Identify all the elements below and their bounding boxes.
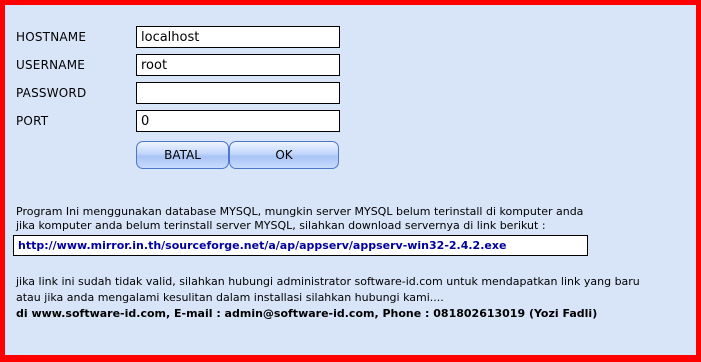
password-input[interactable]: [136, 82, 340, 104]
port-label: PORT: [16, 114, 49, 128]
settings-panel: HOSTNAME USERNAME PASSWORD PORT BATAL OK…: [5, 5, 696, 355]
ok-button[interactable]: OK: [229, 141, 339, 169]
username-input[interactable]: [136, 54, 340, 76]
hostname-label: HOSTNAME: [16, 30, 87, 44]
password-label: PASSWORD: [16, 86, 87, 100]
port-input[interactable]: [136, 110, 340, 132]
contact-info: di www.software-id.com, E-mail : admin@s…: [16, 307, 598, 320]
username-label: USERNAME: [16, 58, 86, 72]
info-text-line4: atau jika anda mengalami kesulitan dalam…: [16, 291, 444, 304]
info-text-line1: Program Ini menggunakan database MYSQL, …: [16, 205, 584, 218]
hostname-input[interactable]: [136, 26, 340, 48]
cancel-button[interactable]: BATAL: [136, 141, 229, 169]
download-link-field[interactable]: http://www.mirror.in.th/sourceforge.net/…: [13, 235, 588, 256]
window-frame: HOSTNAME USERNAME PASSWORD PORT BATAL OK…: [0, 0, 701, 362]
info-text-line3: jika link ini sudah tidak valid, silahka…: [16, 275, 640, 288]
info-text-line2: jika komputer anda belum terinstall serv…: [16, 219, 546, 232]
